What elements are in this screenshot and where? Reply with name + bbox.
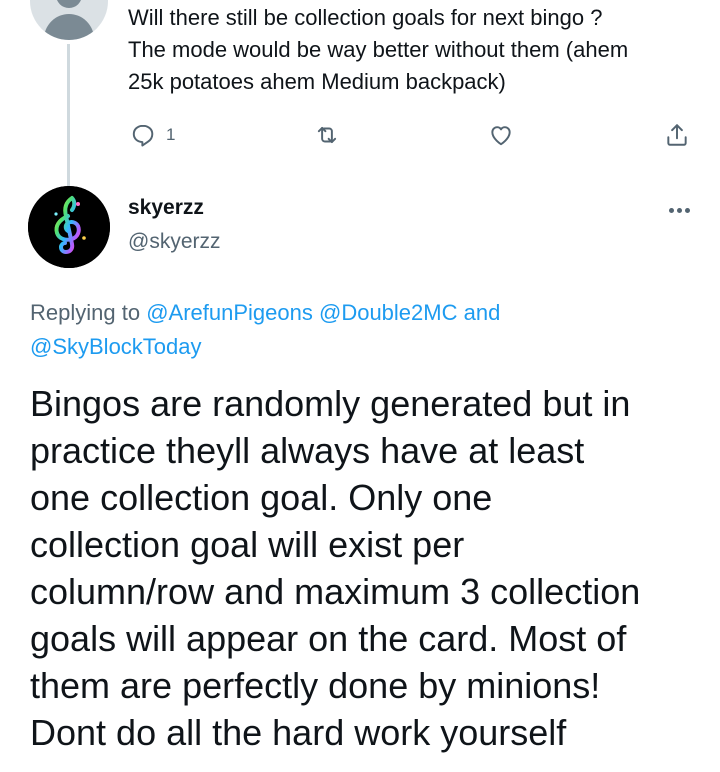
- tweet-body-line: them are perfectly done by minions!: [30, 665, 601, 706]
- tweet-body-line: goals will appear on the card. Most of: [30, 618, 627, 659]
- mentions-joiner[interactable]: and: [464, 300, 501, 325]
- previous-tweet-line: 25k potatoes ahem Medium backpack): [128, 69, 506, 94]
- share-button[interactable]: [664, 120, 690, 150]
- more-options-button[interactable]: [662, 196, 696, 224]
- reply-count: 1: [166, 125, 176, 144]
- tweet-body-line: Dont do all the hard work yourself: [30, 712, 567, 753]
- tweet-body: Bingos are randomly generated but in pra…: [30, 380, 715, 756]
- display-name[interactable]: skyerzz: [128, 196, 204, 220]
- replying-to-prefix: Replying to: [30, 300, 141, 325]
- more-icon: [676, 207, 682, 213]
- reply-icon: [132, 124, 154, 147]
- treble-clef-avatar-image: [28, 186, 110, 268]
- previous-tweet-avatar[interactable]: [30, 0, 108, 40]
- user-handle[interactable]: @skyerzz: [128, 230, 221, 254]
- mention-link[interactable]: @ArefunPigeons: [146, 300, 313, 325]
- retweet-icon: [317, 126, 337, 144]
- replying-to-line: @SkyBlockToday: [30, 330, 690, 364]
- share-icon: [667, 124, 687, 146]
- more-icon: [684, 207, 690, 213]
- default-avatar-shoulders: [44, 14, 94, 40]
- previous-tweet-actions: 1: [128, 120, 698, 150]
- reply-button[interactable]: 1: [130, 120, 175, 150]
- default-avatar-head: [56, 0, 82, 8]
- retweet-button[interactable]: [314, 120, 340, 150]
- more-icon: [668, 207, 674, 213]
- tweet-body-line: Bingos are randomly generated but in: [30, 383, 631, 424]
- tweet-body-line: column/row and maximum 3 collection: [30, 571, 641, 612]
- like-button[interactable]: [488, 120, 514, 150]
- replying-to: Replying to @ArefunPigeons @Double2MC an…: [30, 296, 690, 364]
- mention-link[interactable]: @Double2MC: [319, 300, 458, 325]
- tweet-body-line: practice theyll always have at least: [30, 430, 585, 471]
- heart-icon: [491, 126, 511, 146]
- tweet-body-line: one collection goal. Only one: [30, 477, 493, 518]
- previous-tweet-line: The mode would be way better without the…: [128, 37, 629, 62]
- tweet-body-line: collection goal will exist per: [30, 524, 465, 565]
- previous-tweet-line: Will there still be collection goals for…: [128, 5, 603, 30]
- mention-link[interactable]: @SkyBlockToday: [30, 334, 202, 359]
- thread-line: [67, 44, 70, 186]
- previous-tweet-text: Will there still be collection goals for…: [128, 2, 708, 98]
- user-avatar[interactable]: [28, 186, 110, 268]
- replying-to-line: Replying to @ArefunPigeons @Double2MC an…: [30, 296, 690, 330]
